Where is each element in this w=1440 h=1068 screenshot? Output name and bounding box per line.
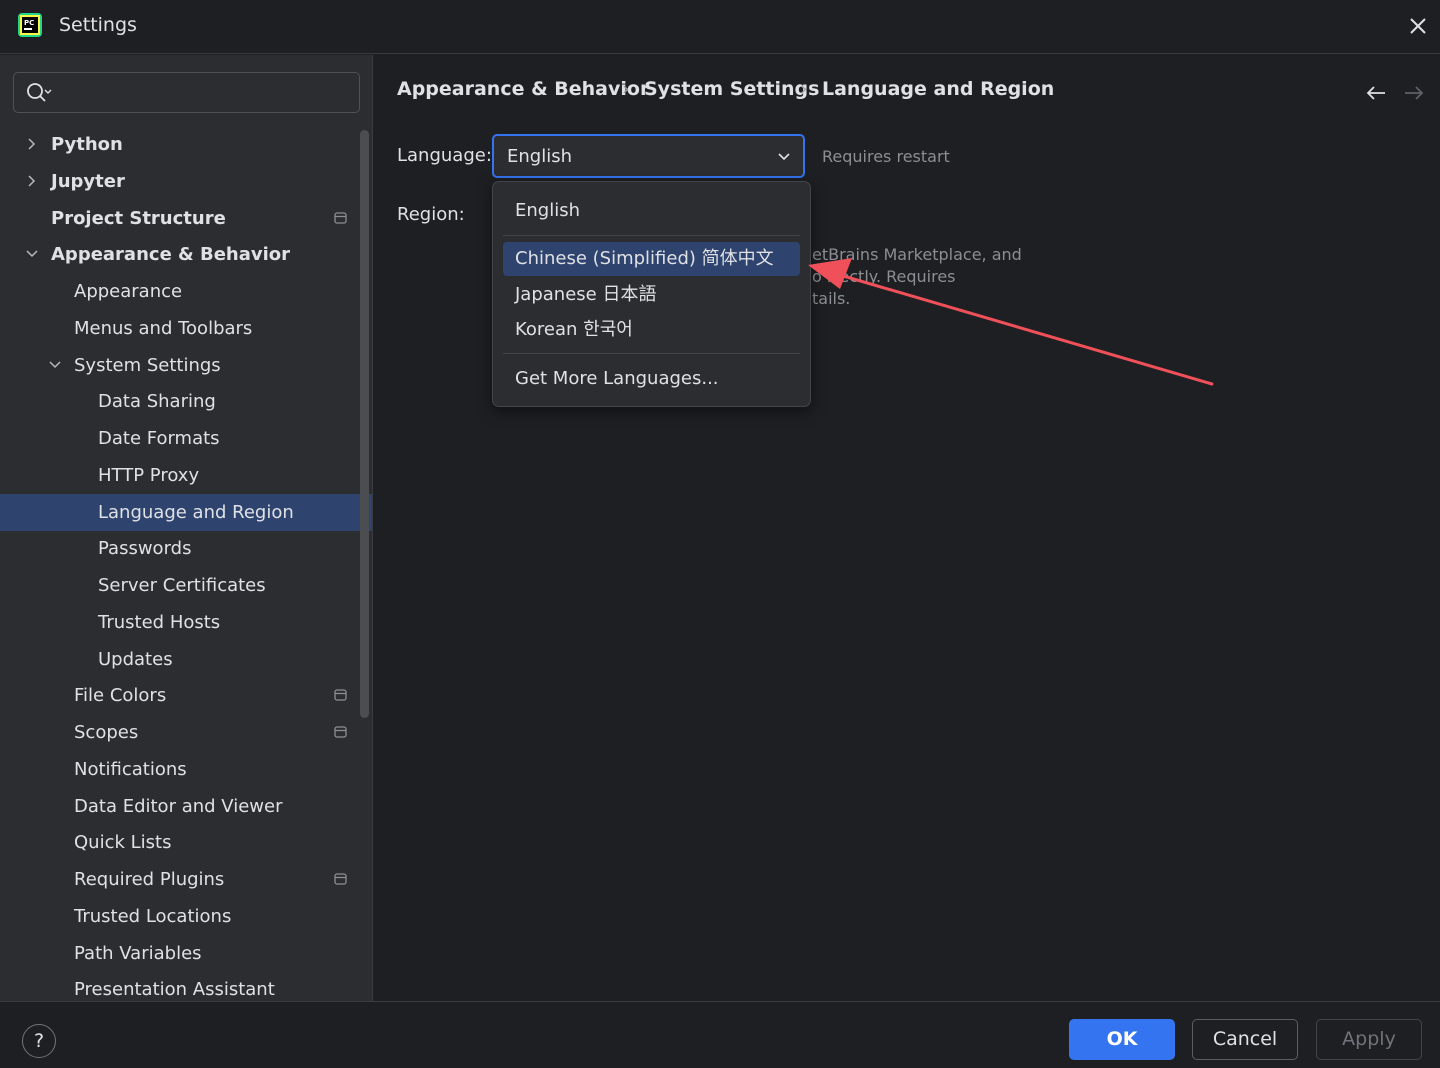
language-combobox[interactable]: English (492, 134, 805, 178)
sidebar-item-label: Menus and Toolbars (74, 317, 253, 339)
help-button[interactable]: ? (22, 1024, 56, 1058)
chevron-down-icon[interactable] (48, 358, 62, 372)
sidebar-item-date-formats[interactable]: Date Formats (0, 420, 372, 457)
sidebar-item-python[interactable]: Python (0, 126, 372, 163)
sidebar-item-label: Appearance (74, 281, 183, 302)
breadcrumb-item-language-region: Language and Region (822, 78, 1055, 100)
title-bar: PC Settings (0, 0, 1440, 54)
breadcrumb-item-system-settings[interactable]: System Settings (644, 78, 819, 100)
sidebar-item-label: Appearance & Behavior (51, 244, 291, 266)
sidebar-item-label: System Settings (74, 354, 221, 376)
sidebar-item-label: Project Structure (51, 207, 226, 229)
breadcrumb-separator: › (800, 78, 808, 100)
sidebar-item-label: Scopes (74, 722, 139, 743)
sidebar-item-notifications[interactable]: Notifications (0, 751, 372, 788)
requires-restart-hint: Requires restart (822, 147, 950, 166)
chevron-right-icon[interactable] (25, 174, 39, 188)
sidebar-item-label: Path Variables (74, 942, 202, 964)
sidebar-item-label: Language and Region (98, 501, 294, 523)
sidebar-item-language-and-region[interactable]: Language and Region (0, 493, 372, 531)
sidebar-item-server-certificates[interactable]: Server Certificates (0, 567, 372, 604)
sidebar-item-project-structure[interactable]: Project Structure (0, 200, 372, 237)
apply-button[interactable]: Apply (1316, 1019, 1422, 1060)
back-arrow-icon[interactable] (1365, 82, 1387, 104)
background-description-line-1: etBrains Marketplace, and (812, 245, 1022, 264)
sidebar-item-file-colors[interactable]: File Colors (0, 677, 372, 714)
svg-text:PC: PC (24, 19, 34, 27)
search-field[interactable] (13, 72, 360, 113)
dropdown-separator (503, 353, 800, 354)
search-input[interactable] (62, 79, 352, 107)
language-option-english[interactable]: English (503, 194, 800, 228)
search-icon (27, 83, 52, 102)
sidebar-item-label: Trusted Locations (74, 905, 232, 927)
sidebar-scrollbar[interactable] (360, 130, 369, 718)
sidebar-item-label: File Colors (74, 685, 167, 707)
sidebar-item-appearance-behavior[interactable]: Appearance & Behavior (0, 236, 372, 273)
sidebar-item-passwords[interactable]: Passwords (0, 530, 372, 567)
sidebar-item-quick-lists[interactable]: Quick Lists (0, 824, 372, 861)
sidebar-item-updates[interactable]: Updates (0, 641, 372, 678)
forward-arrow-icon[interactable] (1403, 82, 1425, 104)
sidebar-item-presentation-assistant[interactable]: Presentation Assistant (0, 971, 372, 1001)
window-title: Settings (59, 14, 137, 36)
sidebar-item-label: Jupyter (51, 170, 125, 192)
breadcrumb-separator: › (622, 78, 630, 100)
language-dropdown-popup: English Chinese (Simplified) 简体中文 Japane… (492, 181, 811, 407)
sidebar-item-data-editor-and-viewer[interactable]: Data Editor and Viewer (0, 788, 372, 825)
sidebar-item-label: Data Sharing (98, 391, 216, 413)
dropdown-separator (503, 235, 800, 236)
sidebar-item-data-sharing[interactable]: Data Sharing (0, 383, 372, 420)
language-label: Language: (397, 145, 492, 166)
sidebar-item-label: Required Plugins (74, 869, 225, 890)
sidebar-item-trusted-hosts[interactable]: Trusted Hosts (0, 604, 372, 641)
sidebar-item-label: Data Editor and Viewer (74, 795, 283, 817)
chevron-down-icon (778, 153, 790, 161)
background-description-line-2: o rrectly. Requires (812, 267, 956, 286)
sidebar-item-jupyter[interactable]: Jupyter (0, 163, 372, 200)
breadcrumb-item-appearance-behavior[interactable]: Appearance & Behavior (397, 78, 649, 100)
sidebar-item-label: Presentation Assistant (74, 979, 275, 1001)
language-option-japanese[interactable]: Japanese 日本語 (503, 278, 800, 312)
sidebar-item-label: Notifications (74, 758, 187, 780)
cancel-button[interactable]: Cancel (1192, 1019, 1298, 1060)
sidebar-item-label: Trusted Hosts (98, 611, 221, 633)
project-level-icon (334, 689, 347, 701)
sidebar-item-label: Updates (98, 648, 173, 670)
language-option-korean[interactable]: Korean 한국어 (503, 313, 800, 347)
sidebar-item-required-plugins[interactable]: Required Plugins (0, 861, 372, 898)
sidebar-item-appearance[interactable]: Appearance (0, 273, 372, 310)
sidebar-item-scopes[interactable]: Scopes (0, 714, 372, 751)
chevron-down-icon[interactable] (25, 247, 39, 261)
chevron-right-icon[interactable] (25, 137, 39, 151)
get-more-languages-option[interactable]: Get More Languages... (503, 362, 800, 396)
sidebar-item-path-variables[interactable]: Path Variables (0, 935, 372, 972)
ok-button[interactable]: OK (1069, 1019, 1175, 1060)
sidebar-item-http-proxy[interactable]: HTTP Proxy (0, 457, 372, 494)
sidebar-item-label: Quick Lists (74, 832, 172, 854)
project-level-icon (334, 726, 347, 738)
sidebar-item-trusted-locations[interactable]: Trusted Locations (0, 898, 372, 935)
sidebar-item-label: Server Certificates (98, 575, 266, 596)
sidebar-item-label: Python (51, 134, 123, 155)
settings-sidebar: Python Jupyter Project Structure Appearance… (0, 55, 373, 1001)
project-level-icon (334, 873, 347, 885)
sidebar-item-label: Passwords (98, 538, 192, 560)
language-option-chinese[interactable]: Chinese (Simplified) 简体中文 (503, 242, 800, 276)
background-description-line-3: tails. (812, 289, 851, 308)
region-label: Region: (397, 204, 465, 225)
pycharm-logo-icon: PC (18, 13, 42, 37)
sidebar-item-system-settings[interactable]: System Settings (0, 347, 372, 384)
sidebar-item-menus-and-toolbars[interactable]: Menus and Toolbars (0, 310, 372, 347)
language-selected-value: English (507, 146, 572, 167)
close-icon[interactable] (1406, 14, 1430, 38)
project-level-icon (334, 211, 347, 224)
dialog-footer: ? OK Cancel Apply (0, 1001, 1440, 1068)
sidebar-item-label: HTTP Proxy (98, 464, 200, 486)
sidebar-item-label: Date Formats (98, 428, 220, 449)
